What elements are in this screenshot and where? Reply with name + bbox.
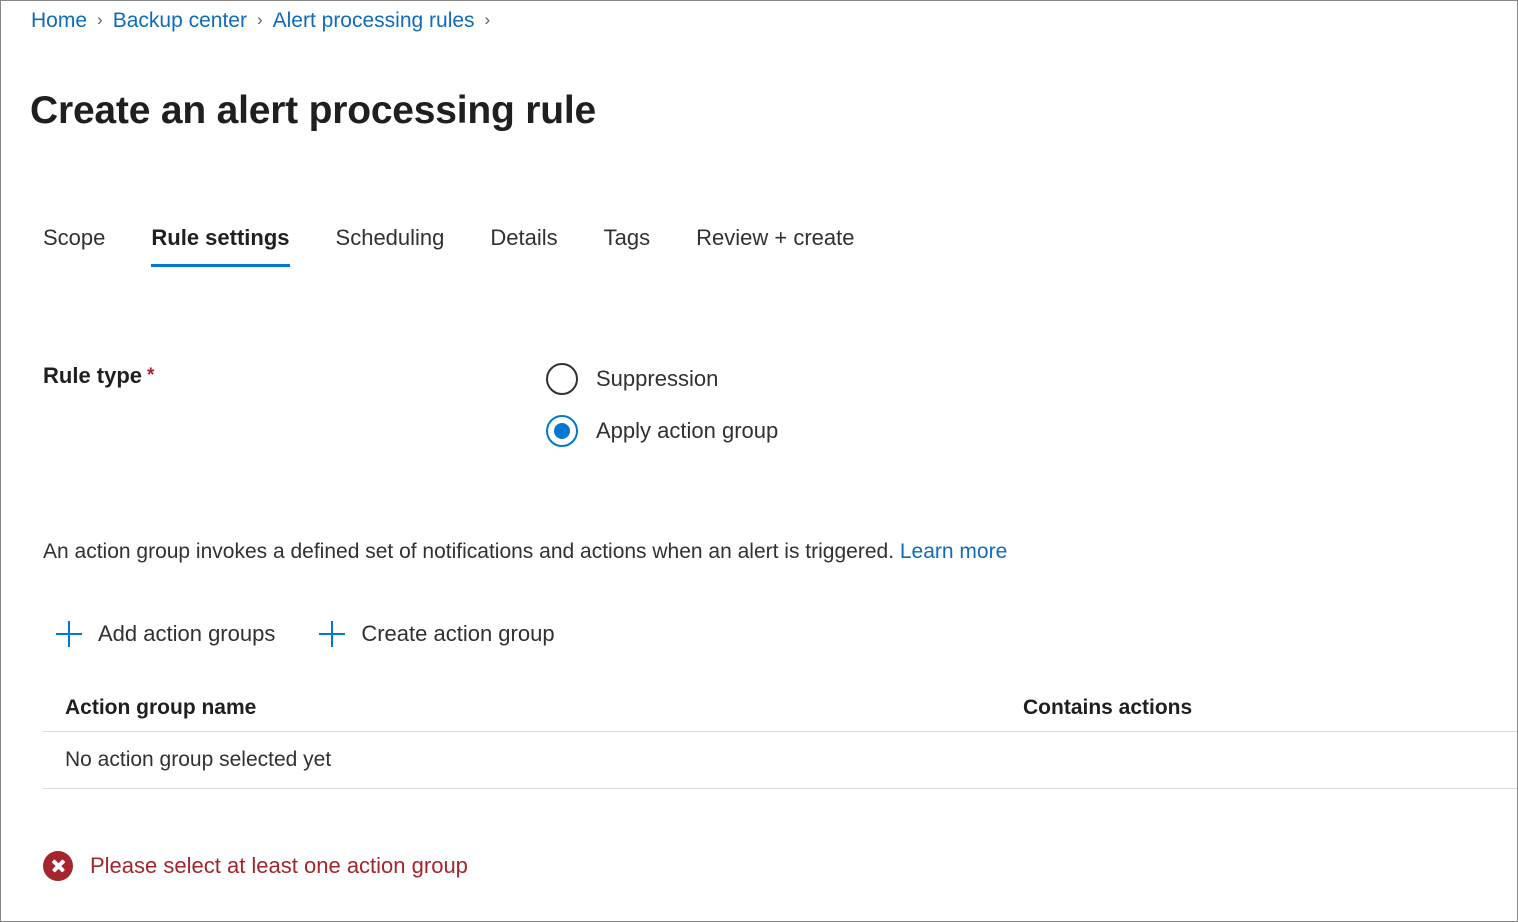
- tab-tags[interactable]: Tags: [604, 223, 650, 267]
- plus-icon: [319, 621, 346, 647]
- page-title: Create an alert processing rule: [30, 89, 597, 133]
- create-alert-processing-rule-page: Home › Backup center › Alert processing …: [0, 0, 1518, 922]
- tab-scope[interactable]: Scope: [43, 223, 105, 267]
- breadcrumb-item-alert-processing-rules[interactable]: Alert processing rules: [273, 5, 475, 37]
- radio-option-suppression[interactable]: Suppression: [546, 353, 778, 405]
- tab-label: Details: [490, 225, 558, 250]
- create-action-group-button[interactable]: Create action group: [319, 613, 555, 655]
- tab-scheduling[interactable]: Scheduling: [336, 223, 445, 267]
- tab-label: Scope: [43, 225, 106, 250]
- grid-empty-state-row: No action group selected yet: [43, 732, 1517, 788]
- add-action-groups-label: Add action groups: [98, 621, 276, 646]
- action-group-commandbar: Add action groups Create action group: [56, 613, 555, 655]
- breadcrumb-separator-icon: ›: [484, 10, 491, 29]
- tab-label: Rule settings: [151, 225, 290, 250]
- learn-more-link[interactable]: Learn more: [900, 540, 1007, 563]
- required-asterisk: *: [147, 365, 155, 386]
- tab-details[interactable]: Details: [490, 223, 557, 267]
- tab-rule-settings[interactable]: Rule settings: [151, 223, 290, 267]
- tab-label: Review + create: [696, 225, 855, 250]
- plus-icon: [56, 621, 82, 647]
- add-action-groups-button[interactable]: Add action groups: [56, 613, 275, 655]
- validation-error-message: Please select at least one action group: [90, 853, 468, 878]
- radio-option-apply-action-group[interactable]: Apply action group: [546, 405, 778, 457]
- column-header-action-group-name[interactable]: Action group name: [65, 696, 1023, 720]
- radio-option-label: Suppression: [596, 366, 719, 391]
- radio-unchecked-icon: [546, 363, 578, 395]
- rule-type-label: Rule type *: [43, 363, 154, 389]
- validation-error: Please select at least one action group: [43, 851, 468, 881]
- column-header-contains-actions[interactable]: Contains actions: [1023, 696, 1517, 720]
- breadcrumb-separator-icon: ›: [97, 10, 103, 29]
- description-text: An action group invokes a defined set of…: [43, 540, 895, 563]
- wizard-tabs: Scope Rule settings Scheduling Details T…: [43, 223, 855, 277]
- tab-label: Scheduling: [335, 225, 445, 250]
- grid-empty-state-text: No action group selected yet: [65, 748, 332, 771]
- create-action-group-label: Create action group: [361, 621, 555, 646]
- tab-label: Tags: [603, 225, 651, 250]
- grid-divider: [43, 788, 1517, 789]
- error-circle-x-icon: [43, 851, 73, 881]
- radio-checked-icon: [546, 415, 578, 447]
- breadcrumb: Home › Backup center › Alert processing …: [31, 5, 500, 37]
- radio-option-label: Apply action group: [596, 418, 779, 443]
- action-group-description: An action group invokes a defined set of…: [43, 537, 1007, 567]
- grid-header-row: Action group name Contains actions: [43, 685, 1517, 731]
- action-groups-grid: Action group name Contains actions No ac…: [43, 685, 1517, 789]
- rule-type-label-text: Rule type: [43, 363, 143, 388]
- breadcrumb-separator-icon: ›: [256, 10, 263, 29]
- rule-type-radio-group: Suppression Apply action group: [546, 353, 778, 457]
- breadcrumb-item-backup-center[interactable]: Backup center: [113, 5, 247, 37]
- tab-review-create[interactable]: Review + create: [696, 223, 854, 267]
- breadcrumb-item-home[interactable]: Home: [31, 5, 87, 37]
